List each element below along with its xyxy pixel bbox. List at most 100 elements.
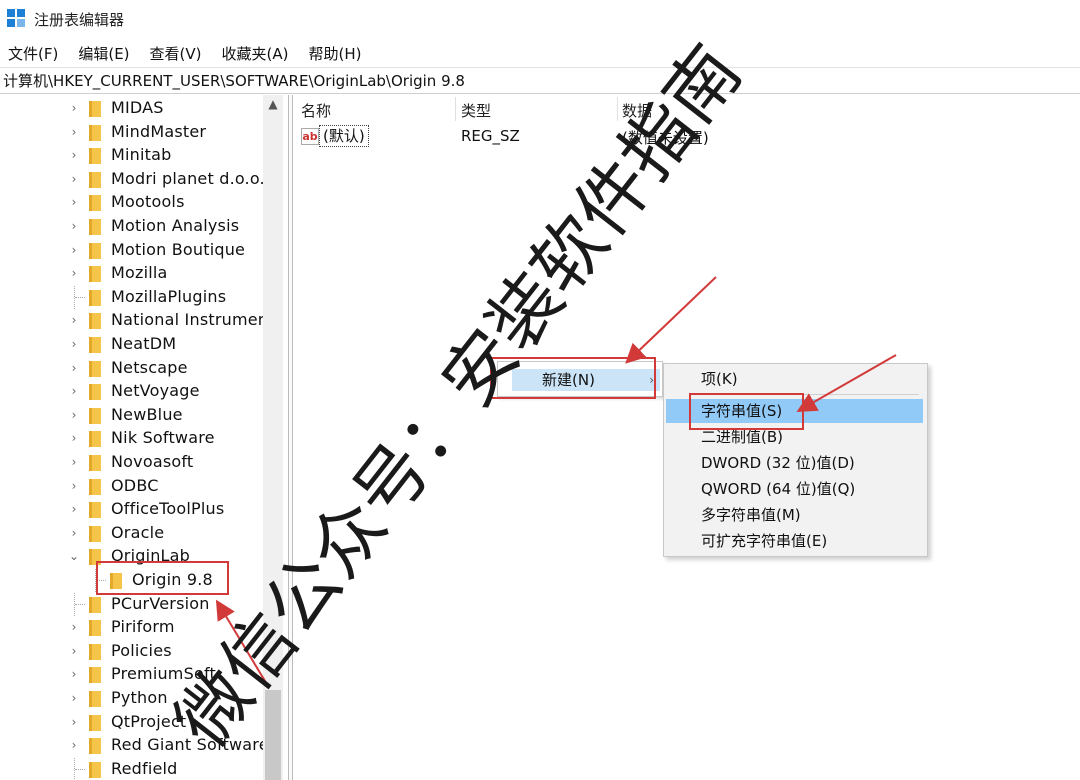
folder-icon <box>89 478 101 495</box>
column-type-header[interactable]: 类型 <box>461 100 491 121</box>
tree-item-label: Motion Analysis <box>111 216 240 235</box>
folder-icon <box>89 596 101 613</box>
submenu-key[interactable]: 项(K) <box>666 367 923 391</box>
tree-item-label: Netscape <box>111 357 188 377</box>
tree-item[interactable]: › MIDAS <box>0 97 263 120</box>
chevron-right-icon[interactable]: › <box>68 125 80 139</box>
tree-item-label: PCurVersion <box>111 593 210 613</box>
tree-item[interactable]: › Netscape <box>0 357 263 380</box>
menu-edit[interactable]: 编辑(E) <box>76 43 131 64</box>
column-name-header[interactable]: 名称 <box>301 100 331 121</box>
tree-item[interactable]: › NetVoyage <box>0 380 263 403</box>
chevron-right-icon[interactable]: › <box>68 361 80 375</box>
chevron-right-icon[interactable]: › <box>68 408 80 422</box>
title-bar: 注册表编辑器 <box>0 0 1080 38</box>
tree-item[interactable]: › Motion Analysis <box>0 215 263 238</box>
tree-item[interactable]: › NeatDM <box>0 333 263 356</box>
tree-item-label: NeatDM <box>111 334 177 353</box>
chevron-right-icon[interactable]: › <box>68 313 80 327</box>
submenu-qword-value[interactable]: QWORD (64 位)值(Q) <box>666 477 923 501</box>
tree-item[interactable]: › OfficeToolPlus <box>0 498 263 521</box>
tree-item[interactable]: › PremiumSoft <box>0 663 263 686</box>
tree-item[interactable]: › Red Giant Software <box>0 734 269 757</box>
chevron-right-icon[interactable]: › <box>68 526 80 540</box>
tree-item[interactable]: › Modri planet d.o.o. <box>0 168 265 191</box>
tree-item[interactable]: › Nik Software <box>0 427 263 450</box>
chevron-right-icon[interactable]: › <box>68 644 80 658</box>
tree-item[interactable]: › Minitab <box>0 144 263 167</box>
annotation-box-origin <box>96 561 229 595</box>
tree-scrollbar[interactable] <box>263 95 283 780</box>
chevron-right-icon[interactable]: › <box>68 667 80 681</box>
menu-view[interactable]: 查看(V) <box>148 43 204 64</box>
value-name[interactable]: (默认) <box>319 125 369 147</box>
scroll-thumb[interactable] <box>265 690 281 780</box>
folder-icon <box>89 525 101 542</box>
tree-connector <box>74 285 86 309</box>
folder-icon <box>89 195 101 212</box>
menu-bar: 文件(F) 编辑(E) 查看(V) 收藏夹(A) 帮助(H) <box>0 40 1080 66</box>
tree-item[interactable]: › Novoasoft <box>0 451 263 474</box>
chevron-right-icon[interactable]: › <box>68 715 80 729</box>
tree-item-label: QtProject <box>111 711 187 731</box>
tree-item[interactable]: › QtProject <box>0 711 263 734</box>
chevron-right-icon[interactable]: › <box>68 337 80 351</box>
folder-icon <box>89 101 101 117</box>
pane-splitter[interactable] <box>288 95 293 780</box>
tree-item[interactable]: › Python <box>0 687 263 710</box>
chevron-right-icon[interactable]: › <box>68 455 80 469</box>
chevron-right-icon[interactable]: › <box>68 691 80 705</box>
menu-help[interactable]: 帮助(H) <box>306 43 363 64</box>
folder-icon <box>89 124 101 141</box>
menu-file[interactable]: 文件(F) <box>6 43 60 64</box>
tree-item[interactable]: › Mozilla <box>0 262 263 285</box>
folder-icon <box>89 455 101 471</box>
chevron-right-icon[interactable]: › <box>68 384 80 398</box>
chevron-right-icon[interactable]: › <box>68 620 80 634</box>
column-divider[interactable] <box>617 97 618 121</box>
tree-item-label: National Instrumen <box>111 310 269 330</box>
chevron-right-icon[interactable]: › <box>68 502 80 516</box>
tree-item[interactable]: › ODBC <box>0 475 263 498</box>
address-bar[interactable]: 计算机\HKEY_CURRENT_USER\SOFTWARE\OriginLab… <box>0 67 1080 94</box>
submenu-multi-string-value[interactable]: 多字符串值(M) <box>666 503 923 527</box>
tree-connector <box>74 592 86 616</box>
submenu-dword-value[interactable]: DWORD (32 位)值(D) <box>666 451 923 475</box>
tree-item[interactable]: › Mootools <box>0 191 263 214</box>
chevron-right-icon[interactable]: › <box>68 219 80 233</box>
chevron-right-icon[interactable]: › <box>68 148 80 162</box>
chevron-right-icon[interactable]: › <box>68 172 80 186</box>
chevron-down-icon[interactable]: ⌄ <box>68 549 80 563</box>
registry-editor-icon <box>7 9 27 29</box>
folder-icon <box>89 337 101 353</box>
column-data-header[interactable]: 数据 <box>622 100 652 121</box>
column-divider[interactable] <box>455 97 456 121</box>
tree-item-label: ODBC <box>111 475 159 495</box>
scroll-up-icon[interactable]: ▲ <box>263 97 283 115</box>
folder-icon <box>89 148 101 165</box>
chevron-right-icon[interactable]: › <box>68 431 80 445</box>
tree-item[interactable]: › Policies <box>0 640 263 663</box>
tree-item[interactable]: MozillaPlugins <box>0 285 263 309</box>
tree-item-label: Modri planet d.o.o. <box>111 168 265 188</box>
submenu-expandable-string-value[interactable]: 可扩充字符串值(E) <box>666 529 923 553</box>
tree-item[interactable]: › Oracle <box>0 522 263 545</box>
tree-item[interactable]: Redfield <box>0 757 263 780</box>
tree-item-label: MindMaster <box>111 121 207 141</box>
tree-item[interactable]: › National Instrumen <box>0 309 268 332</box>
tree-item[interactable]: › Piriform <box>0 616 263 639</box>
chevron-right-icon[interactable]: › <box>68 479 80 493</box>
chevron-right-icon[interactable]: › <box>68 266 80 280</box>
tree-item-label: Novoasoft <box>111 452 194 471</box>
chevron-right-icon[interactable]: › <box>68 101 80 115</box>
chevron-right-icon[interactable]: › <box>68 243 80 257</box>
menu-favorites[interactable]: 收藏夹(A) <box>220 43 291 64</box>
tree-item[interactable]: PCurVersion <box>0 592 263 616</box>
chevron-right-icon[interactable]: › <box>68 738 80 752</box>
tree-item[interactable]: › Motion Boutique <box>0 239 263 262</box>
tree-item-label: MozillaPlugins <box>111 286 227 306</box>
tree-item-label: Piriform <box>111 617 175 637</box>
tree-item[interactable]: › MindMaster <box>0 121 263 144</box>
tree-item[interactable]: › NewBlue <box>0 404 263 427</box>
chevron-right-icon[interactable]: › <box>68 195 80 209</box>
